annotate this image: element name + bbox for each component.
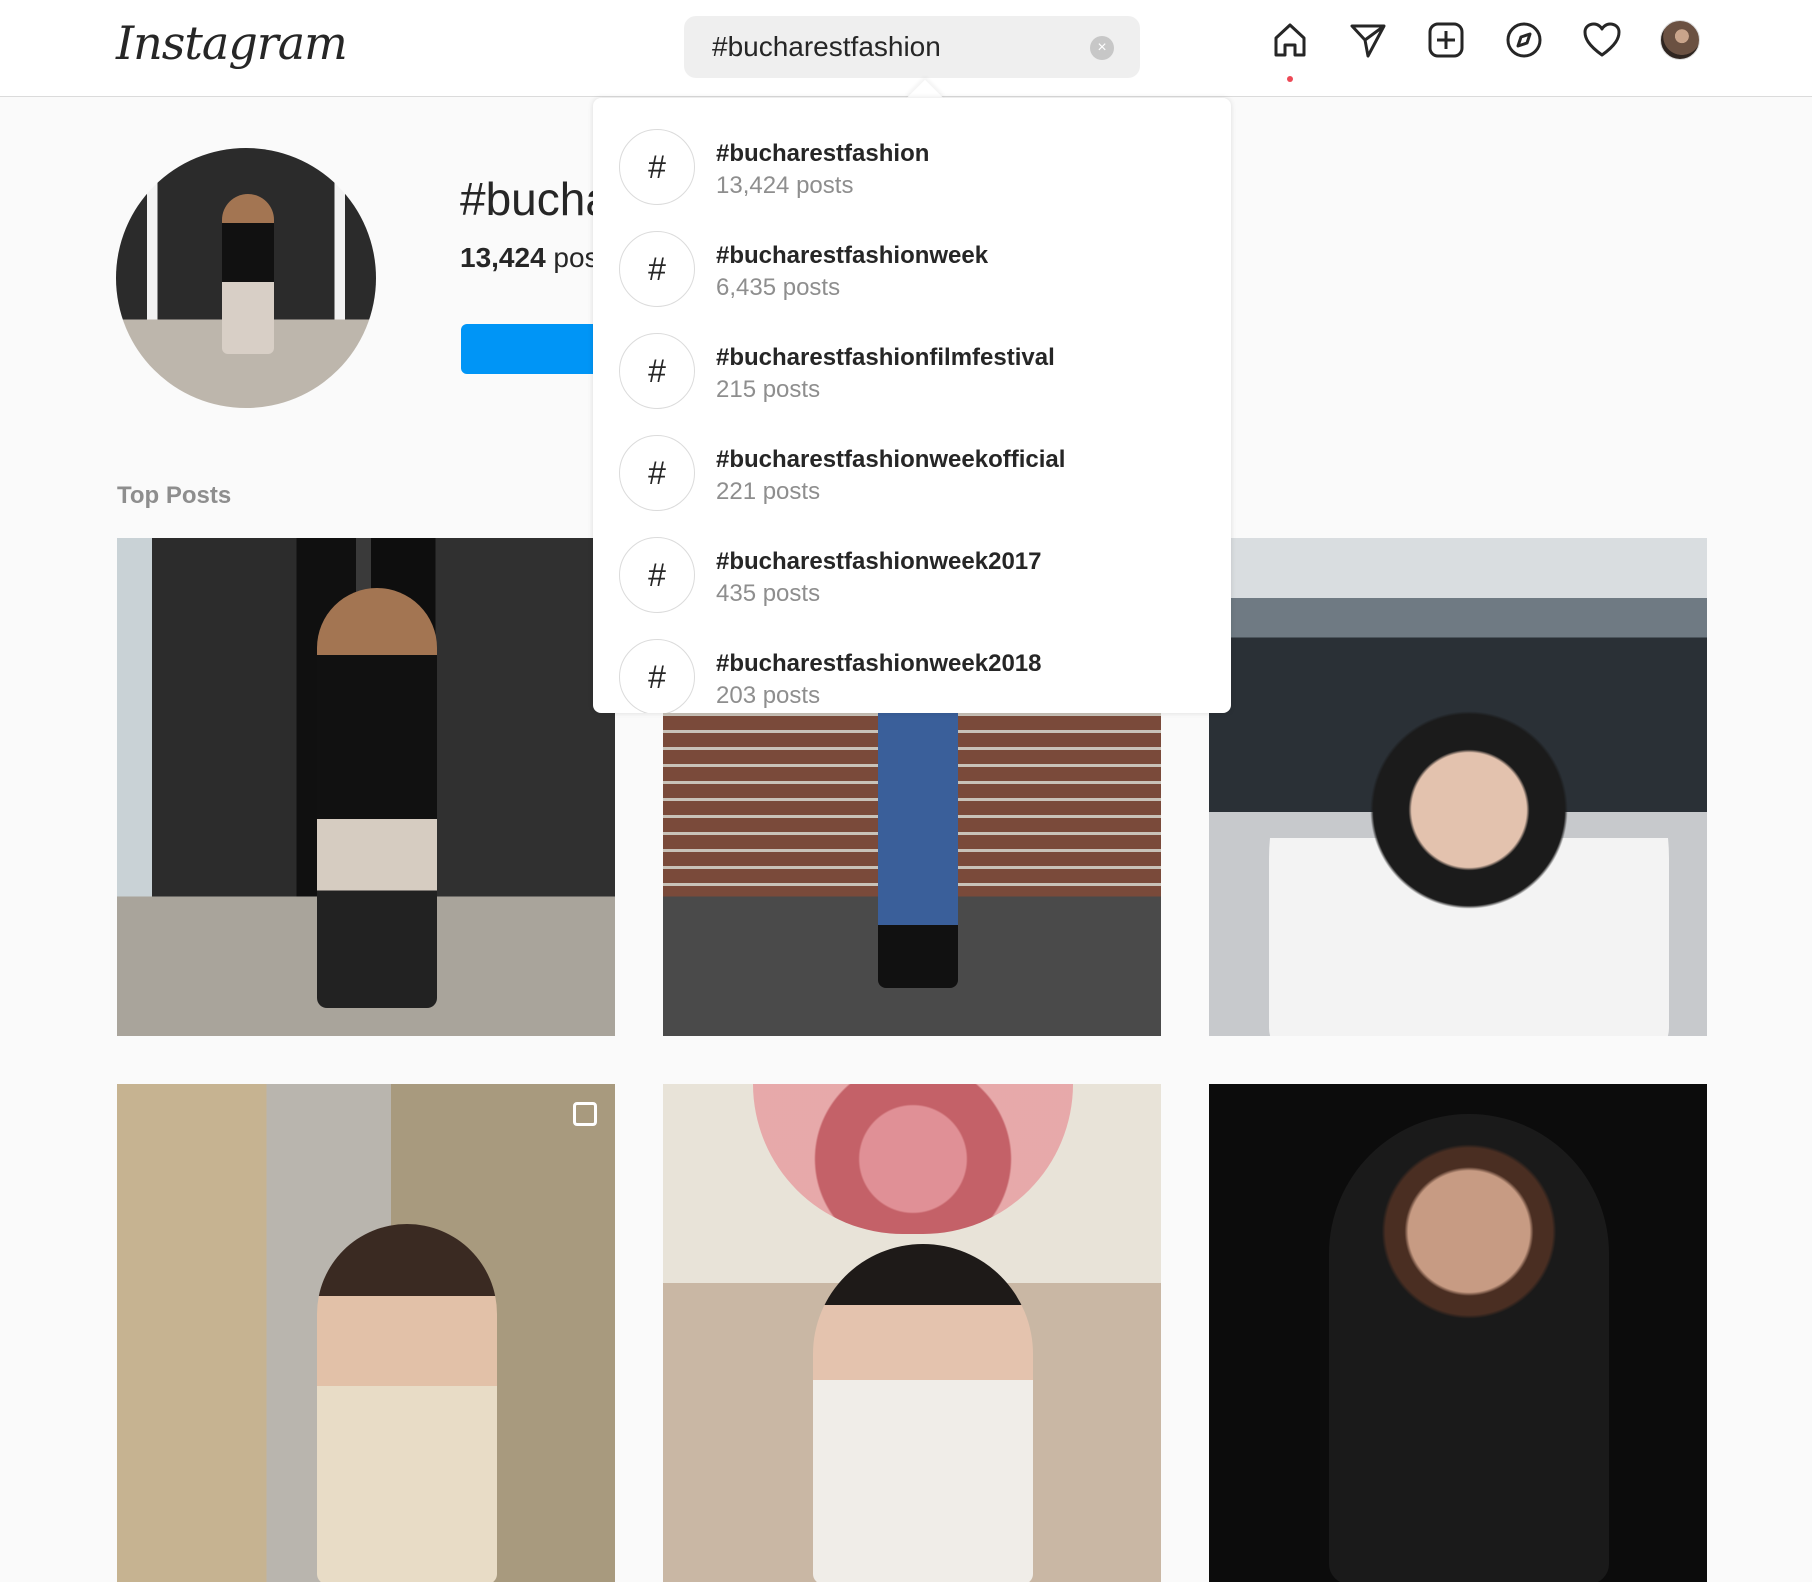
post-tile[interactable]: [1209, 1084, 1707, 1582]
hashtag-icon: #: [619, 537, 695, 613]
hashtag-icon: #: [619, 231, 695, 307]
post-figure: [317, 1224, 497, 1582]
result-count: 13,424 posts: [716, 172, 854, 199]
hashtag-icon: #: [619, 333, 695, 409]
post-figure: [1329, 1114, 1609, 1582]
post-figure: [813, 1244, 1033, 1582]
result-count: 6,435 posts: [716, 274, 841, 301]
hashtag-icon: #: [619, 129, 695, 205]
post-tile[interactable]: [663, 1084, 1161, 1582]
search-result-item[interactable]: # #bucharestfashionweek2018 203 posts: [593, 626, 1231, 713]
search-result-item[interactable]: # #bucharestfashion 13,424 posts: [593, 116, 1231, 218]
post-tile[interactable]: [117, 538, 615, 1036]
result-name: #bucharestfashionweek: [716, 242, 989, 269]
result-count: 203 posts: [716, 682, 821, 709]
post-flowers: [753, 1084, 1073, 1234]
search-result-item[interactable]: # #bucharestfashionweekofficial 221 post…: [593, 422, 1231, 524]
explore-compass-icon[interactable]: [1504, 20, 1544, 60]
profile-avatar[interactable]: [1660, 20, 1700, 60]
search-box[interactable]: ×: [684, 16, 1140, 78]
notification-dot: [1287, 76, 1293, 82]
search-result-item[interactable]: # #bucharestfashionweek 6,435 posts: [593, 218, 1231, 320]
instagram-logo[interactable]: Instagram: [116, 16, 348, 70]
new-post-icon[interactable]: [1426, 20, 1466, 60]
post-count: 13,424 posts: [460, 242, 600, 274]
direct-send-icon[interactable]: [1348, 20, 1388, 60]
result-name: #bucharestfashionweekofficial: [716, 446, 1066, 473]
hashtag-title: #bucharestfashion: [460, 173, 600, 225]
post-figure: [1269, 658, 1669, 1036]
carousel-icon: [573, 1102, 597, 1126]
hashtag-icon: #: [619, 435, 695, 511]
result-name: #bucharestfashionfilmfestival: [716, 344, 1055, 371]
result-count: 215 posts: [716, 376, 821, 403]
activity-heart-icon[interactable]: [1582, 20, 1622, 60]
home-icon[interactable]: [1270, 20, 1310, 82]
nav-icons: [1270, 20, 1700, 82]
top-navigation-bar: Instagram ×: [0, 0, 1812, 97]
post-tile[interactable]: [117, 1084, 615, 1582]
post-tile[interactable]: [1209, 538, 1707, 1036]
result-name: #bucharestfashionweek2018: [716, 650, 1042, 677]
result-name: #bucharestfashionweek2017: [716, 548, 1042, 575]
result-count: 221 posts: [716, 478, 821, 505]
hashtag-icon: #: [619, 639, 695, 713]
result-name: #bucharestfashion: [716, 140, 930, 167]
post-figure: [317, 588, 437, 1008]
post-count-number: 13,424: [460, 242, 546, 273]
search-result-item[interactable]: # #bucharestfashionfilmfestival 215 post…: [593, 320, 1231, 422]
result-count: 435 posts: [716, 580, 821, 607]
clear-search-icon[interactable]: ×: [1090, 36, 1114, 60]
cover-figure: [222, 194, 274, 354]
search-results-dropdown: # #bucharestfashion 13,424 posts # #buch…: [593, 98, 1231, 713]
top-posts-label: Top Posts: [117, 482, 232, 509]
search-input[interactable]: [710, 16, 1090, 78]
hashtag-cover-image: [116, 148, 376, 408]
search-result-item[interactable]: # #bucharestfashionweek2017 435 posts: [593, 524, 1231, 626]
